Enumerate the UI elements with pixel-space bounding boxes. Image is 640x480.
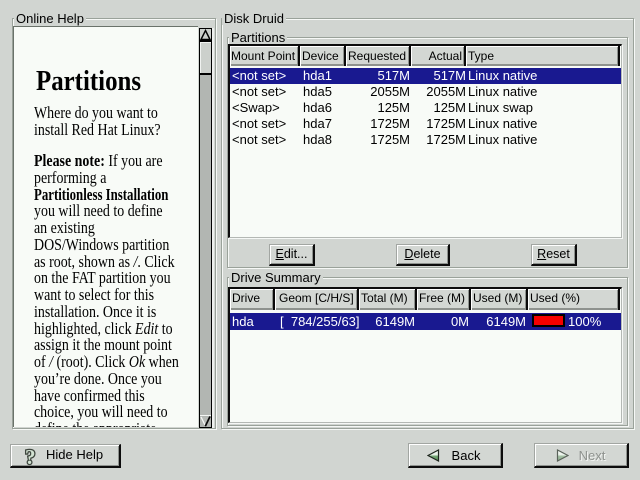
svg-text:?: ? [25, 446, 36, 468]
